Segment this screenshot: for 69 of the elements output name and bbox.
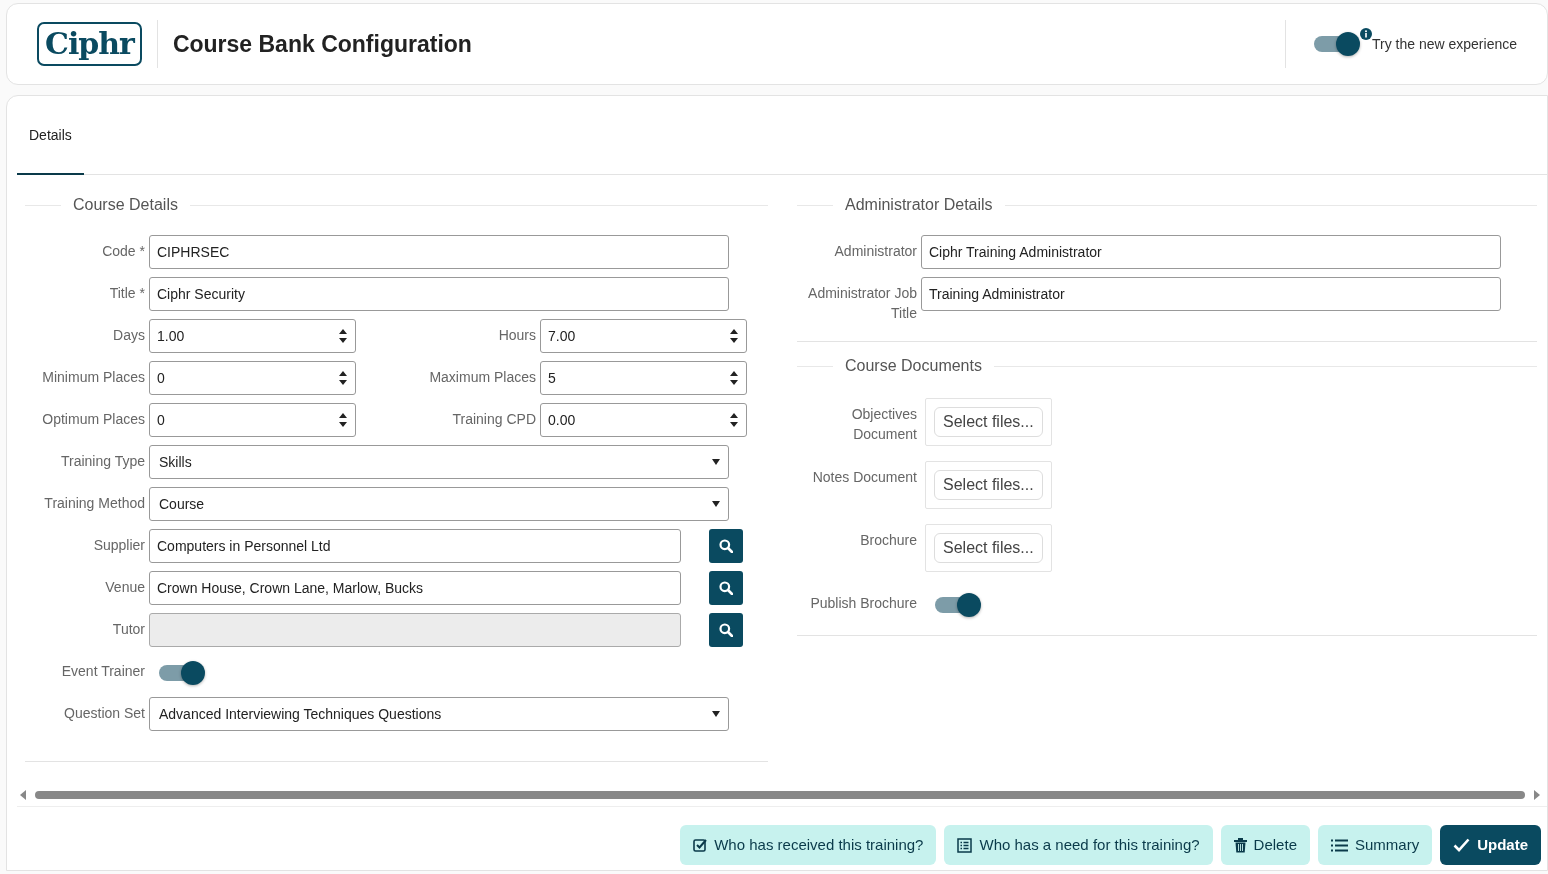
checkmark-icon [1453,838,1471,852]
checkbox-icon [693,838,708,852]
field-label: Maximum Places [428,368,537,387]
text-field[interactable]: Crown House, Crown Lane, Marlow, Bucks [149,571,681,605]
scroll-right-icon[interactable] [1533,790,1541,800]
scrollbar-thumb[interactable] [35,791,1525,799]
text-field[interactable]: CIPHRSEC [149,235,729,269]
dropdown[interactable]: Skills [149,445,729,479]
text-field[interactable]: Training Administrator [921,277,1501,311]
select-files-button[interactable]: Select files... [934,407,1043,437]
action-button[interactable]: Delete [1220,825,1310,865]
experience-label: Try the new experience [1372,34,1517,54]
search-button[interactable] [709,529,743,563]
field-label: Training Type [59,452,146,471]
action-button[interactable]: Who has received this training? [680,825,937,865]
page-title: Course Bank Configuration [172,29,472,59]
trash-icon [1233,837,1247,853]
select-files-button[interactable]: Select files... [934,533,1043,563]
tab[interactable]: Details [17,125,84,175]
number-field[interactable]: 0.00 [540,403,747,437]
field-label: Training CPD [451,410,537,429]
dropdown[interactable]: Advanced Interviewing Techniques Questions [149,697,729,731]
search-icon [719,623,733,637]
select-files-button[interactable]: Select files... [934,470,1043,500]
field-label: Objectives Document [850,405,918,444]
logo: Ciphr [37,22,142,66]
field-label: Optimum Places [41,410,146,429]
number-field[interactable]: 0 [149,403,356,437]
field-label: Event Trainer [60,662,146,681]
search-icon [719,539,733,553]
list-box-icon [957,837,973,853]
search-button[interactable] [709,613,743,647]
field-label: Code * [101,242,146,261]
field-label: Notes Document [811,468,918,487]
scroll-left-icon[interactable] [19,790,27,800]
list-icon [1330,838,1348,852]
section-title: Course Documents [845,356,982,376]
search-icon [719,581,733,595]
field-label: Publish Brochure [809,594,918,613]
dropdown[interactable]: Course [149,487,729,521]
field-label: Training Method [43,494,146,513]
field-label: Minimum Places [41,368,146,387]
field-label: Brochure [859,531,918,550]
search-button[interactable] [709,571,743,605]
action-button[interactable]: Update [1440,825,1541,865]
field-label: Administrator Job Title [807,284,918,323]
action-button[interactable]: Summary [1317,825,1433,865]
field-label: Administrator [833,242,918,261]
dropdown-caret-icon[interactable] [711,710,721,718]
text-field[interactable]: Ciphr Training Administrator [921,235,1501,269]
field-label: Supplier [92,536,146,555]
field-label: Title * [108,284,146,303]
section-title: Administrator Details [845,195,993,215]
text-field[interactable]: Ciphr Security [149,277,729,311]
field-label: Question Set [63,704,146,723]
number-field[interactable]: 1.00 [149,319,356,353]
action-button[interactable]: Who has a need for this training? [944,825,1213,865]
dropdown-caret-icon[interactable] [711,500,721,508]
text-field[interactable]: Computers in Personnel Ltd [149,529,681,563]
field-label: Venue [104,578,146,597]
field-label: Tutor [111,620,146,639]
dropdown-caret-icon[interactable] [711,458,721,466]
field-label: Hours [497,326,537,345]
field-label: Days [112,326,146,345]
number-field[interactable]: 5 [540,361,747,395]
info-icon [1360,28,1372,40]
section-title: Course Details [73,195,178,215]
number-field[interactable]: 0 [149,361,356,395]
number-field[interactable]: 7.00 [540,319,747,353]
